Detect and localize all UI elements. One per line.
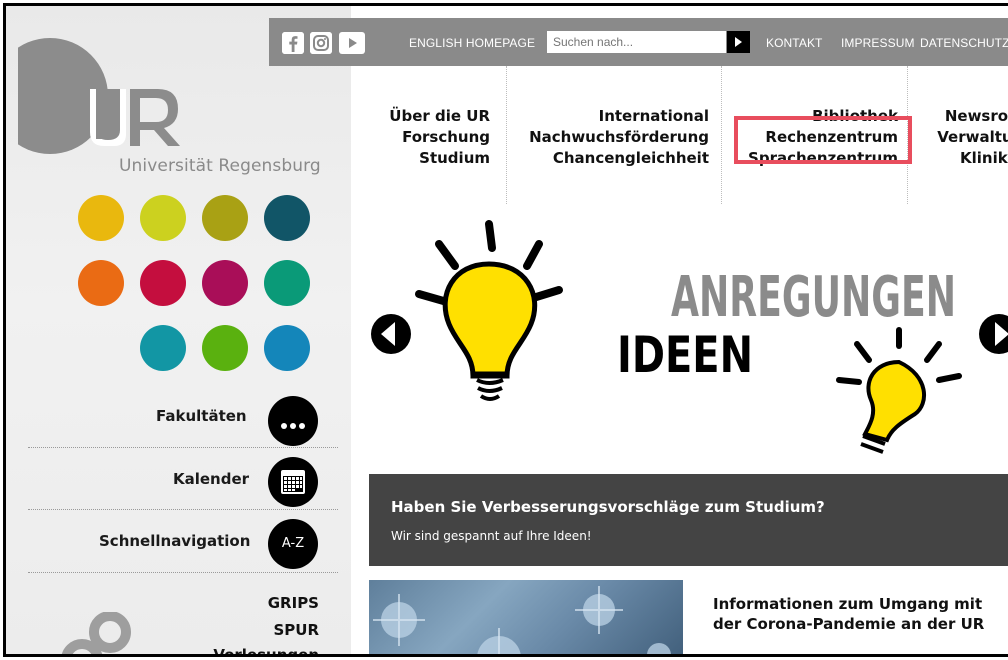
news-title[interactable]: Informationen zum Umgang mit der Corona-… — [713, 594, 1003, 634]
nav-column-2: International Nachwuchsförderung Chancen… — [529, 106, 709, 169]
spur-link[interactable]: SPUR — [273, 621, 319, 639]
divider — [28, 509, 338, 510]
facebook-icon[interactable] — [282, 32, 304, 54]
link-chain-icon — [61, 612, 131, 654]
search-submit-button[interactable] — [727, 31, 750, 53]
az-label: A-Z — [281, 536, 305, 551]
divider — [28, 447, 338, 448]
nav-chancengleichheit[interactable]: Chancengleichheit — [529, 148, 709, 169]
quicklinks: GRIPS SPUR Vorlesungen — [6, 594, 319, 654]
nav-column-1: Über die UR Forschung Studium — [389, 106, 490, 169]
nav-column-4: Newsroom Verwaltung Klinikum — [937, 106, 1008, 169]
faculty-circle-6[interactable] — [140, 260, 186, 306]
faculty-circle-2[interactable] — [140, 195, 186, 241]
impressum-link[interactable]: IMPRESSUM — [841, 32, 915, 54]
faculty-circle-8[interactable] — [264, 260, 310, 306]
faculty-circle-5[interactable] — [78, 260, 124, 306]
news-image[interactable] — [369, 580, 683, 654]
faculty-circle-11[interactable] — [264, 325, 310, 371]
banner-caption: Haben Sie Verbesserungsvorschläge zum St… — [369, 474, 1008, 566]
faculty-circle-10[interactable] — [202, 325, 248, 371]
highlight-box — [734, 116, 912, 164]
nav-verwaltung[interactable]: Verwaltung — [937, 127, 1008, 148]
fakultaeten-label[interactable]: Fakultäten — [156, 407, 247, 425]
youtube-icon[interactable] — [339, 32, 365, 54]
nav-nachwuchsfoerderung[interactable]: Nachwuchsförderung — [529, 127, 709, 148]
datenschutz-link[interactable]: DATENSCHUTZ — [920, 32, 1008, 54]
nav-klinikum[interactable]: Klinikum — [937, 148, 1008, 169]
nav-forschung[interactable]: Forschung — [389, 127, 490, 148]
divider — [28, 572, 338, 573]
kalender-button[interactable] — [268, 457, 318, 507]
schnellnavigation-label[interactable]: Schnellnavigation — [99, 532, 250, 550]
search-box — [547, 31, 726, 53]
nav-newsroom[interactable]: Newsroom — [937, 106, 1008, 127]
instagram-icon[interactable] — [310, 32, 332, 54]
university-name: Universität Regensburg — [119, 156, 321, 176]
calendar-icon — [281, 470, 305, 494]
grips-link[interactable]: GRIPS — [268, 594, 319, 612]
play-arrow-icon — [735, 37, 742, 47]
kalender-label[interactable]: Kalender — [173, 470, 249, 488]
top-bar: ENGLISH HOMEPAGE KONTAKT IMPRESSUM DATEN… — [269, 18, 1008, 66]
banner-word-anregungen: ANREGUNGEN — [671, 265, 956, 330]
search-input[interactable] — [547, 31, 723, 53]
faculty-circle-9[interactable] — [140, 325, 186, 371]
ideas-illustration: IDEEN ANREGUNGEN — [371, 220, 1008, 454]
nav-international[interactable]: International — [529, 106, 709, 127]
banner-subtitle: Wir sind gespannt auf Ihre Ideen! — [391, 529, 592, 543]
faculty-circle-7[interactable] — [202, 260, 248, 306]
banner-word-ideen: IDEEN — [617, 326, 753, 384]
browser-viewport: Universität Regensburg ENGLISH HOMEPAGE … — [3, 3, 1008, 657]
az-button[interactable]: A-Z — [268, 519, 318, 569]
virus-illustration — [373, 586, 671, 654]
vorlesungen-link[interactable]: Vorlesungen — [213, 646, 319, 654]
nav-ueber-die-ur[interactable]: Über die UR — [389, 106, 490, 127]
more-dots-icon — [281, 423, 305, 429]
fakultaeten-button[interactable] — [268, 396, 318, 446]
faculty-circle-3[interactable] — [202, 195, 248, 241]
banner-title[interactable]: Haben Sie Verbesserungsvorschläge zum St… — [391, 498, 825, 516]
nav-studium[interactable]: Studium — [389, 148, 490, 169]
kontakt-link[interactable]: KONTAKT — [766, 32, 822, 54]
english-homepage-link[interactable]: ENGLISH HOMEPAGE — [409, 32, 535, 54]
faculty-circle-4[interactable] — [264, 195, 310, 241]
hero-banner[interactable]: IDEEN ANREGUNGEN Haben Sie Verbesserungs… — [369, 204, 1008, 566]
faculty-circle-1[interactable] — [78, 195, 124, 241]
